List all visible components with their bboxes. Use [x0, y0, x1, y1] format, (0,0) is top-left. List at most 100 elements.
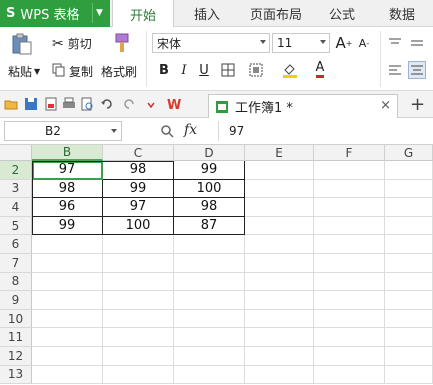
cut-button[interactable]: ✂ 剪切: [52, 35, 92, 52]
merge-cells-icon[interactable]: [247, 61, 265, 79]
tab-home[interactable]: 开始: [112, 0, 174, 28]
grid-cell[interactable]: [385, 272, 433, 292]
grid-cell[interactable]: [174, 347, 245, 366]
grid-cell[interactable]: [245, 235, 314, 254]
grid-cell[interactable]: 98: [32, 179, 103, 199]
grid-cell[interactable]: [314, 254, 385, 273]
grid-cell[interactable]: 100: [174, 179, 245, 199]
column-header[interactable]: G: [385, 145, 433, 161]
tab-page-layout[interactable]: 页面布局: [238, 0, 314, 27]
tab-data[interactable]: 数据: [376, 0, 428, 27]
grid-cell[interactable]: [174, 235, 245, 254]
grid-cell[interactable]: [314, 216, 385, 236]
grid-cell[interactable]: [385, 235, 433, 254]
select-all-corner[interactable]: [0, 145, 32, 161]
grid-cell[interactable]: [385, 291, 433, 310]
grid-cell[interactable]: [103, 328, 174, 347]
grid-cell[interactable]: 96: [32, 198, 103, 217]
grid-cell[interactable]: [245, 216, 314, 236]
grid-cell[interactable]: [314, 198, 385, 217]
row-header[interactable]: 11: [0, 328, 32, 347]
grid-cell[interactable]: 100: [103, 216, 174, 236]
grid-cell[interactable]: 87: [174, 216, 245, 236]
align-center-icon[interactable]: [408, 61, 426, 79]
grid-cell[interactable]: [32, 235, 103, 254]
grid-cell[interactable]: [174, 291, 245, 310]
format-painter-icon[interactable]: [110, 32, 132, 56]
align-middle-icon[interactable]: [408, 34, 426, 52]
grid-cell[interactable]: [245, 347, 314, 366]
grid-cell[interactable]: 99: [174, 161, 245, 180]
row-header[interactable]: 8: [0, 272, 32, 292]
align-left-icon[interactable]: [386, 61, 404, 79]
grid-cell[interactable]: [103, 291, 174, 310]
grid-cell[interactable]: [314, 291, 385, 310]
grid-cell[interactable]: [385, 198, 433, 217]
fill-color-icon[interactable]: [281, 61, 299, 79]
grid-cell[interactable]: [32, 272, 103, 292]
grid-cell[interactable]: [103, 365, 174, 385]
open-folder-icon[interactable]: [4, 97, 18, 111]
grid-cell[interactable]: [385, 365, 433, 385]
grid-cell[interactable]: [103, 309, 174, 329]
grid-cell[interactable]: [245, 328, 314, 347]
grid-cell[interactable]: [314, 347, 385, 366]
grid-cell[interactable]: [174, 309, 245, 329]
grid-cell[interactable]: [245, 254, 314, 273]
row-header[interactable]: 7: [0, 254, 32, 273]
new-tab-button[interactable]: +: [410, 94, 425, 115]
align-top-icon[interactable]: [386, 34, 404, 52]
grid-cell[interactable]: [174, 328, 245, 347]
workbook-tab[interactable]: 工作簿1 * ×: [208, 94, 398, 118]
grid-cell[interactable]: [314, 161, 385, 180]
grid-cell[interactable]: [314, 179, 385, 199]
grow-font-button[interactable]: A +: [335, 34, 353, 52]
copy-button[interactable]: 复制: [52, 63, 93, 80]
font-size-select[interactable]: 11: [272, 33, 330, 53]
grid-cell[interactable]: [103, 347, 174, 366]
insert-function-button[interactable]: fx: [184, 122, 197, 138]
grid-cell[interactable]: [103, 254, 174, 273]
close-icon[interactable]: ×: [380, 98, 391, 113]
print-icon[interactable]: [62, 97, 76, 111]
row-header[interactable]: 6: [0, 235, 32, 254]
shrink-font-button[interactable]: A-: [355, 34, 373, 52]
column-header[interactable]: B: [32, 145, 103, 161]
row-header[interactable]: 4: [0, 198, 32, 217]
zoom-icon[interactable]: [160, 124, 174, 138]
grid-cell[interactable]: [174, 272, 245, 292]
grid-cell[interactable]: [314, 365, 385, 385]
grid-cell[interactable]: [103, 272, 174, 292]
grid-cell[interactable]: [103, 235, 174, 254]
grid-cell[interactable]: [385, 179, 433, 199]
grid-cell[interactable]: [314, 235, 385, 254]
format-painter-button[interactable]: 格式刷: [101, 63, 137, 80]
row-header[interactable]: 10: [0, 309, 32, 329]
grid-cell[interactable]: [385, 309, 433, 329]
row-header[interactable]: 12: [0, 347, 32, 366]
grid-cell[interactable]: [32, 291, 103, 310]
bold-button[interactable]: B: [155, 61, 173, 79]
grid-cell[interactable]: [32, 365, 103, 385]
tab-insert[interactable]: 插入: [180, 0, 234, 27]
export-pdf-icon[interactable]: [44, 97, 58, 111]
grid-cell[interactable]: 98: [174, 198, 245, 217]
grid-cell[interactable]: [32, 254, 103, 273]
redo-icon[interactable]: [122, 97, 136, 111]
grid-cell[interactable]: [385, 347, 433, 366]
grid-cell[interactable]: [245, 161, 314, 180]
borders-icon[interactable]: [219, 61, 237, 79]
grid-cell[interactable]: [314, 309, 385, 329]
grid-cell[interactable]: [245, 198, 314, 217]
grid-cell[interactable]: [245, 291, 314, 310]
undo-icon[interactable]: [100, 97, 114, 111]
paste-button[interactable]: 粘贴 ▼: [8, 63, 40, 80]
grid-cell[interactable]: [174, 365, 245, 385]
grid-cell[interactable]: [245, 309, 314, 329]
grid-cell[interactable]: [385, 328, 433, 347]
grid-cell[interactable]: [314, 328, 385, 347]
font-name-select[interactable]: 宋体: [152, 33, 270, 53]
formula-input[interactable]: 97: [218, 121, 433, 141]
wps-w-icon[interactable]: W: [166, 96, 182, 112]
grid-cell[interactable]: [32, 328, 103, 347]
